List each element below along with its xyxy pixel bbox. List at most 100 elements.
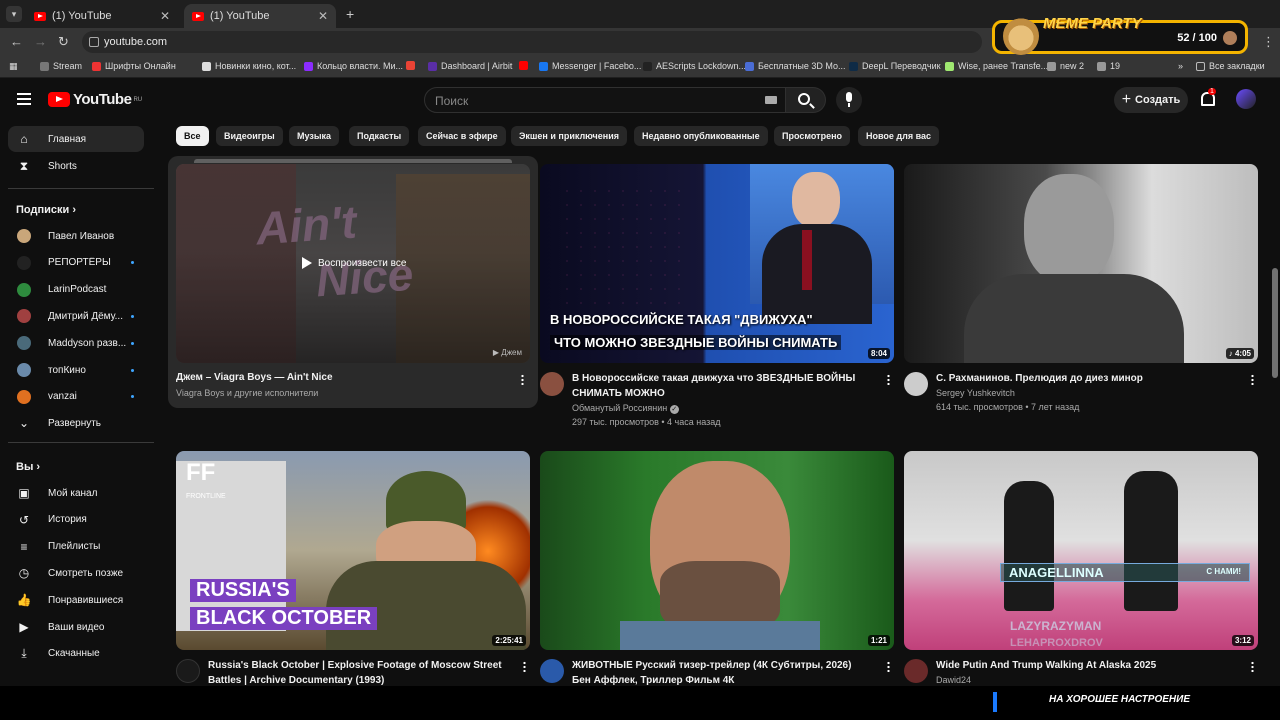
filter-chip[interactable]: Все xyxy=(176,126,209,146)
filter-chip[interactable]: Недавно опубликованные xyxy=(634,126,768,146)
voice-search-icon[interactable] xyxy=(836,87,862,113)
filter-chip[interactable]: Музыка xyxy=(289,126,340,146)
video-thumbnail[interactable]: 1:21 xyxy=(540,451,894,650)
subscriptions-heading[interactable]: Подписки › xyxy=(16,204,76,216)
video-channel[interactable]: Viagra Boys и другие исполнители xyxy=(176,386,318,400)
page-scrollbar[interactable] xyxy=(1272,268,1278,378)
filter-chip[interactable]: Новое для вас xyxy=(858,126,940,146)
video-card[interactable]: FF FRONTLINE RUSSIA'S BLACK OCTOBER 2:25… xyxy=(176,451,530,686)
account-avatar[interactable] xyxy=(1236,89,1256,109)
close-tab-icon[interactable]: ✕ xyxy=(318,9,328,23)
sidebar-item-my-channel[interactable]: ▣ Мой канал xyxy=(8,480,144,506)
keyboard-icon[interactable] xyxy=(765,96,777,104)
sidebar-item-liked[interactable]: 👍 Понравившиеся xyxy=(8,587,144,613)
sidebar-item-shorts[interactable]: ⧗ Shorts xyxy=(8,153,144,179)
close-tab-icon[interactable]: ✕ xyxy=(160,9,170,23)
channel-avatar[interactable] xyxy=(904,372,928,396)
browser-tab-active[interactable]: (1) YouTube ✕ xyxy=(184,4,336,28)
video-title[interactable]: Russia's Black October | Explosive Foota… xyxy=(208,658,508,688)
play-all-button[interactable]: Воспроизвести все xyxy=(302,257,406,269)
sidebar-item-your-videos[interactable]: ▶ Ваши видео xyxy=(8,614,144,640)
bookmark-item[interactable]: DeepL Переводчик xyxy=(849,61,941,71)
bookmark-item[interactable]: Бесплатные 3D Мо... xyxy=(745,61,846,71)
sidebar-subscription[interactable]: LarinPodcast xyxy=(8,277,144,303)
channel-avatar[interactable] xyxy=(540,372,564,396)
bookmark-item[interactable]: Новинки кино, кот... xyxy=(202,61,296,71)
bookmark-item[interactable]: Кольцо власти. Ми... xyxy=(304,61,403,71)
search-button[interactable] xyxy=(786,87,826,113)
video-thumbnail[interactable]: ♪ 4:05 xyxy=(904,164,1258,363)
sidebar-subscription[interactable]: Павел Иванов xyxy=(8,223,144,249)
site-info-icon[interactable] xyxy=(89,37,99,47)
create-button[interactable]: + Создать xyxy=(1114,87,1188,113)
sidebar-item-home[interactable]: ⌂ Главная xyxy=(8,126,144,152)
more-actions-icon[interactable] xyxy=(521,374,524,385)
filter-chip[interactable]: Экшен и приключения xyxy=(511,126,627,146)
sidebar-subscription[interactable]: топКино xyxy=(8,357,144,383)
video-thumbnail[interactable]: В НОВОРОССИЙСКЕ ТАКАЯ "ДВИЖУХА" ЧТО МОЖН… xyxy=(540,164,894,363)
video-channel[interactable]: Обманутый Россиянин ✓ xyxy=(572,401,679,415)
video-card[interactable]: 1:21 ЖИВОТНЫЕ Русский тизер-трейлер (4К … xyxy=(540,451,894,686)
menu-icon[interactable] xyxy=(17,93,31,105)
bookmark-item[interactable]: Messenger | Facebo... xyxy=(539,61,641,71)
browser-menu-icon[interactable]: ⋮ xyxy=(1262,34,1275,50)
sidebar-item-playlists[interactable]: ≡ Плейлисты xyxy=(8,534,144,560)
channel-avatar[interactable] xyxy=(904,659,928,683)
more-actions-icon[interactable] xyxy=(523,661,526,672)
reload-icon[interactable]: ↻ xyxy=(58,34,69,50)
video-title[interactable]: ЖИВОТНЫЕ Русский тизер-трейлер (4К Субти… xyxy=(572,658,872,688)
back-icon[interactable]: ← xyxy=(10,34,23,49)
more-actions-icon[interactable] xyxy=(1251,374,1254,385)
sidebar-subscription[interactable]: vanzai xyxy=(8,384,144,410)
new-tab-icon[interactable]: + xyxy=(346,6,354,22)
video-title[interactable]: Wide Putin And Trump Walking At Alaska 2… xyxy=(936,658,1236,673)
video-title[interactable]: Джем – Viagra Boys — Ain't Nice xyxy=(176,370,476,385)
bookmark-item[interactable]: Dashboard | Airbit xyxy=(428,61,512,71)
filter-chip[interactable]: Подкасты xyxy=(349,126,410,146)
video-thumbnail[interactable]: ANAGELLINNA С НАМИ! LAZYRAZYMAN LEHAPROXD… xyxy=(904,451,1258,650)
video-card[interactable]: Ain't Nice Воспроизвести все ▶ Джем Джем… xyxy=(168,156,538,408)
sidebar-expand[interactable]: ⌄ Развернуть xyxy=(8,410,144,436)
video-title[interactable]: В Новороссийске такая движуха что ЗВЕЗДН… xyxy=(572,371,872,401)
sidebar-item-watch-later[interactable]: ◷ Смотреть позже xyxy=(8,560,144,586)
sidebar-subscription[interactable]: Maddyson разв... xyxy=(8,330,144,356)
more-actions-icon[interactable] xyxy=(887,661,890,672)
tab-search-button[interactable]: ▾ xyxy=(6,6,22,22)
url-field[interactable]: youtube.com xyxy=(82,31,982,53)
video-thumbnail[interactable]: Ain't Nice Воспроизвести все ▶ Джем xyxy=(176,164,530,363)
filter-chip[interactable]: Просмотрено xyxy=(774,126,851,146)
forward-icon[interactable]: → xyxy=(34,34,47,49)
sidebar-subscription[interactable]: Дмитрий Дёму... xyxy=(8,303,144,329)
apps-icon[interactable]: ▦ xyxy=(9,61,18,72)
all-bookmarks-folder[interactable]: Все закладки xyxy=(1196,61,1265,71)
more-bookmarks-icon[interactable]: » xyxy=(1178,61,1183,71)
bookmark-item[interactable]: Wise, ранее Transfe... xyxy=(945,61,1048,71)
bookmark-item[interactable]: Stream xyxy=(40,61,82,71)
video-channel[interactable]: Sergey Yushkevitch xyxy=(936,386,1015,400)
video-title[interactable]: С. Рахманинов. Прелюдия до диез минор xyxy=(936,371,1236,386)
video-card[interactable]: ANAGELLINNA С НАМИ! LAZYRAZYMAN LEHAPROXD… xyxy=(904,451,1258,686)
bookmark-item[interactable]: Шрифты Онлайн xyxy=(92,61,176,71)
channel-avatar[interactable] xyxy=(176,659,200,683)
video-card[interactable]: В НОВОРОССИЙСКЕ ТАКАЯ "ДВИЖУХА" ЧТО МОЖН… xyxy=(540,164,894,434)
filter-chip[interactable]: Видеоигры xyxy=(216,126,283,146)
filter-chip[interactable]: Сейчас в эфире xyxy=(418,126,506,146)
channel-avatar[interactable] xyxy=(540,659,564,683)
video-card[interactable]: ♪ 4:05 С. Рахманинов. Прелюдия до диез м… xyxy=(904,164,1258,434)
more-actions-icon[interactable] xyxy=(887,374,890,385)
search-input[interactable]: Поиск xyxy=(424,87,786,113)
sidebar-item-history[interactable]: ↺ История xyxy=(8,507,144,533)
youtube-logo[interactable]: YouTube RU xyxy=(48,91,142,108)
video-thumbnail[interactable]: FF FRONTLINE RUSSIA'S BLACK OCTOBER 2:25… xyxy=(176,451,530,650)
sidebar-subscription[interactable]: РЕПОРТЁРЫ xyxy=(8,250,144,276)
bookmark-item[interactable]: 19 xyxy=(1097,61,1120,71)
sidebar-item-downloads[interactable]: ⤓ Скачанные xyxy=(8,641,144,667)
bookmark-item[interactable] xyxy=(519,61,528,70)
more-actions-icon[interactable] xyxy=(1251,661,1254,672)
you-heading[interactable]: Вы › xyxy=(16,461,40,473)
video-channel[interactable]: Dawid24 xyxy=(936,673,971,687)
bookmark-item[interactable]: AEScripts Lockdown... xyxy=(643,61,746,71)
bookmark-item[interactable]: new 2 xyxy=(1047,61,1084,71)
bookmark-item[interactable] xyxy=(406,61,415,70)
notifications-bell-icon[interactable]: 1 xyxy=(1200,88,1216,106)
